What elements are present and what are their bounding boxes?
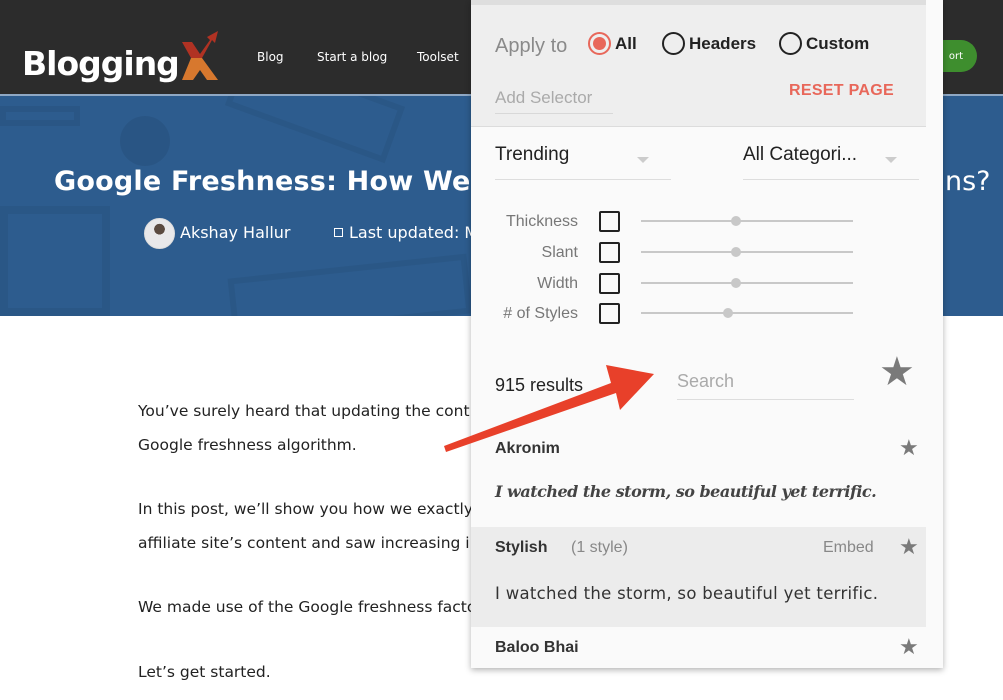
category-dropdown[interactable]: All Categori...: [743, 144, 919, 180]
reset-page-button[interactable]: RESET PAGE: [789, 82, 894, 100]
star-icon[interactable]: ★: [899, 636, 919, 658]
embed-link[interactable]: Embed: [823, 539, 874, 557]
filter-row-width: Width: [471, 273, 926, 297]
radio-label: Custom: [806, 33, 870, 53]
filter-label: Width: [537, 275, 578, 292]
slider-thumb[interactable]: [722, 308, 733, 318]
article-line: Google freshness algorithm.: [138, 436, 357, 454]
filter-checkbox[interactable]: [599, 242, 620, 263]
filter-label: Slant: [541, 244, 578, 261]
article-line: You’ve surely heard that updating the co…: [138, 402, 470, 420]
font-list-item[interactable]: Akronim ★ I watched the storm, so beauti…: [471, 428, 926, 526]
hero-decoration: [224, 96, 406, 164]
article-line: In this post, we’ll show you how we exac…: [138, 500, 473, 518]
site-logo[interactable]: Blogging: [22, 28, 220, 80]
filter-checkbox[interactable]: [599, 303, 620, 324]
star-icon[interactable]: ★: [899, 437, 919, 459]
calendar-icon: [334, 228, 343, 237]
filter-slider[interactable]: [641, 308, 853, 318]
radio-apply-all[interactable]: All: [588, 32, 637, 55]
sort-dropdown-value: Trending: [495, 144, 570, 165]
filter-label: Thickness: [505, 213, 578, 230]
radio-label: All: [615, 33, 637, 53]
radio-apply-custom[interactable]: Custom: [779, 32, 869, 55]
radio-selected-icon: [588, 32, 611, 55]
filter-row-thickness: Thickness: [471, 211, 926, 235]
hero-decoration: [0, 106, 80, 126]
filter-row-styles: # of Styles: [471, 303, 926, 327]
font-style-count: (1 style): [571, 539, 628, 556]
radio-apply-headers[interactable]: Headers: [662, 32, 756, 55]
filter-slider[interactable]: [641, 278, 853, 288]
font-name: Stylish: [495, 539, 548, 556]
last-updated-text: Last updated: M: [349, 223, 479, 242]
filter-slider[interactable]: [641, 216, 853, 226]
post-title-end: ns?: [945, 166, 991, 197]
slider-thumb[interactable]: [731, 278, 742, 288]
logo-x-arrow-icon: [181, 31, 218, 80]
chevron-down-icon: [885, 157, 897, 163]
nav-blog[interactable]: Blog: [257, 50, 284, 64]
hero-decoration: [0, 206, 110, 316]
filter-checkbox[interactable]: [599, 211, 620, 232]
results-count: 915 results: [495, 375, 584, 395]
star-icon[interactable]: ★: [899, 536, 919, 558]
radio-label: Headers: [689, 33, 757, 53]
font-name: Baloo Bhai: [495, 639, 579, 656]
font-picker-panel: Apply to All Headers Custom RESET PAGE T…: [471, 0, 943, 668]
filter-checkbox[interactable]: [599, 273, 620, 294]
slider-thumb[interactable]: [731, 247, 742, 257]
category-dropdown-value: All Categori...: [743, 144, 858, 165]
last-updated: Last updated: M: [334, 223, 478, 242]
font-name: Akronim: [495, 440, 560, 457]
article-line: We made use of the Google freshness fact…: [138, 598, 477, 616]
font-list-item[interactable]: Baloo Bhai ★: [471, 627, 926, 668]
author-name[interactable]: Akshay Hallur: [180, 223, 291, 242]
radio-unselected-icon: [779, 32, 802, 55]
nav-toolset[interactable]: Toolset: [417, 50, 459, 64]
hero-decoration: [227, 253, 473, 316]
filter-row-slant: Slant: [471, 242, 926, 266]
font-search-input[interactable]: [677, 364, 854, 400]
chevron-down-icon: [637, 157, 649, 163]
font-sample: I watched the storm, so beautiful yet te…: [495, 584, 879, 603]
font-list-item[interactable]: Stylish (1 style) Embed ★ I watched the …: [471, 527, 926, 627]
article-line: affiliate site’s content and saw increas…: [138, 534, 470, 552]
panel-header: Apply to All Headers Custom RESET PAGE: [471, 5, 926, 127]
sort-dropdown[interactable]: Trending: [495, 144, 671, 180]
radio-unselected-icon: [662, 32, 685, 55]
logo-text: Blogging: [22, 44, 180, 83]
author-avatar: [144, 218, 175, 249]
filter-slider[interactable]: [641, 247, 853, 257]
support-button-label: ort: [948, 50, 963, 62]
post-title: Google Freshness: How We Boo: [54, 166, 539, 197]
apply-to-label: Apply to: [495, 35, 568, 57]
filter-label: # of Styles: [503, 305, 578, 322]
article-line: Let’s get started.: [138, 663, 271, 681]
favorites-star-icon[interactable]: ★: [879, 352, 915, 392]
hero-decoration: [120, 116, 170, 166]
font-sample: I watched the storm, so beautiful yet te…: [495, 482, 877, 501]
add-selector-input[interactable]: [495, 82, 613, 114]
slider-thumb[interactable]: [731, 216, 742, 226]
nav-start-a-blog[interactable]: Start a blog: [317, 50, 387, 64]
